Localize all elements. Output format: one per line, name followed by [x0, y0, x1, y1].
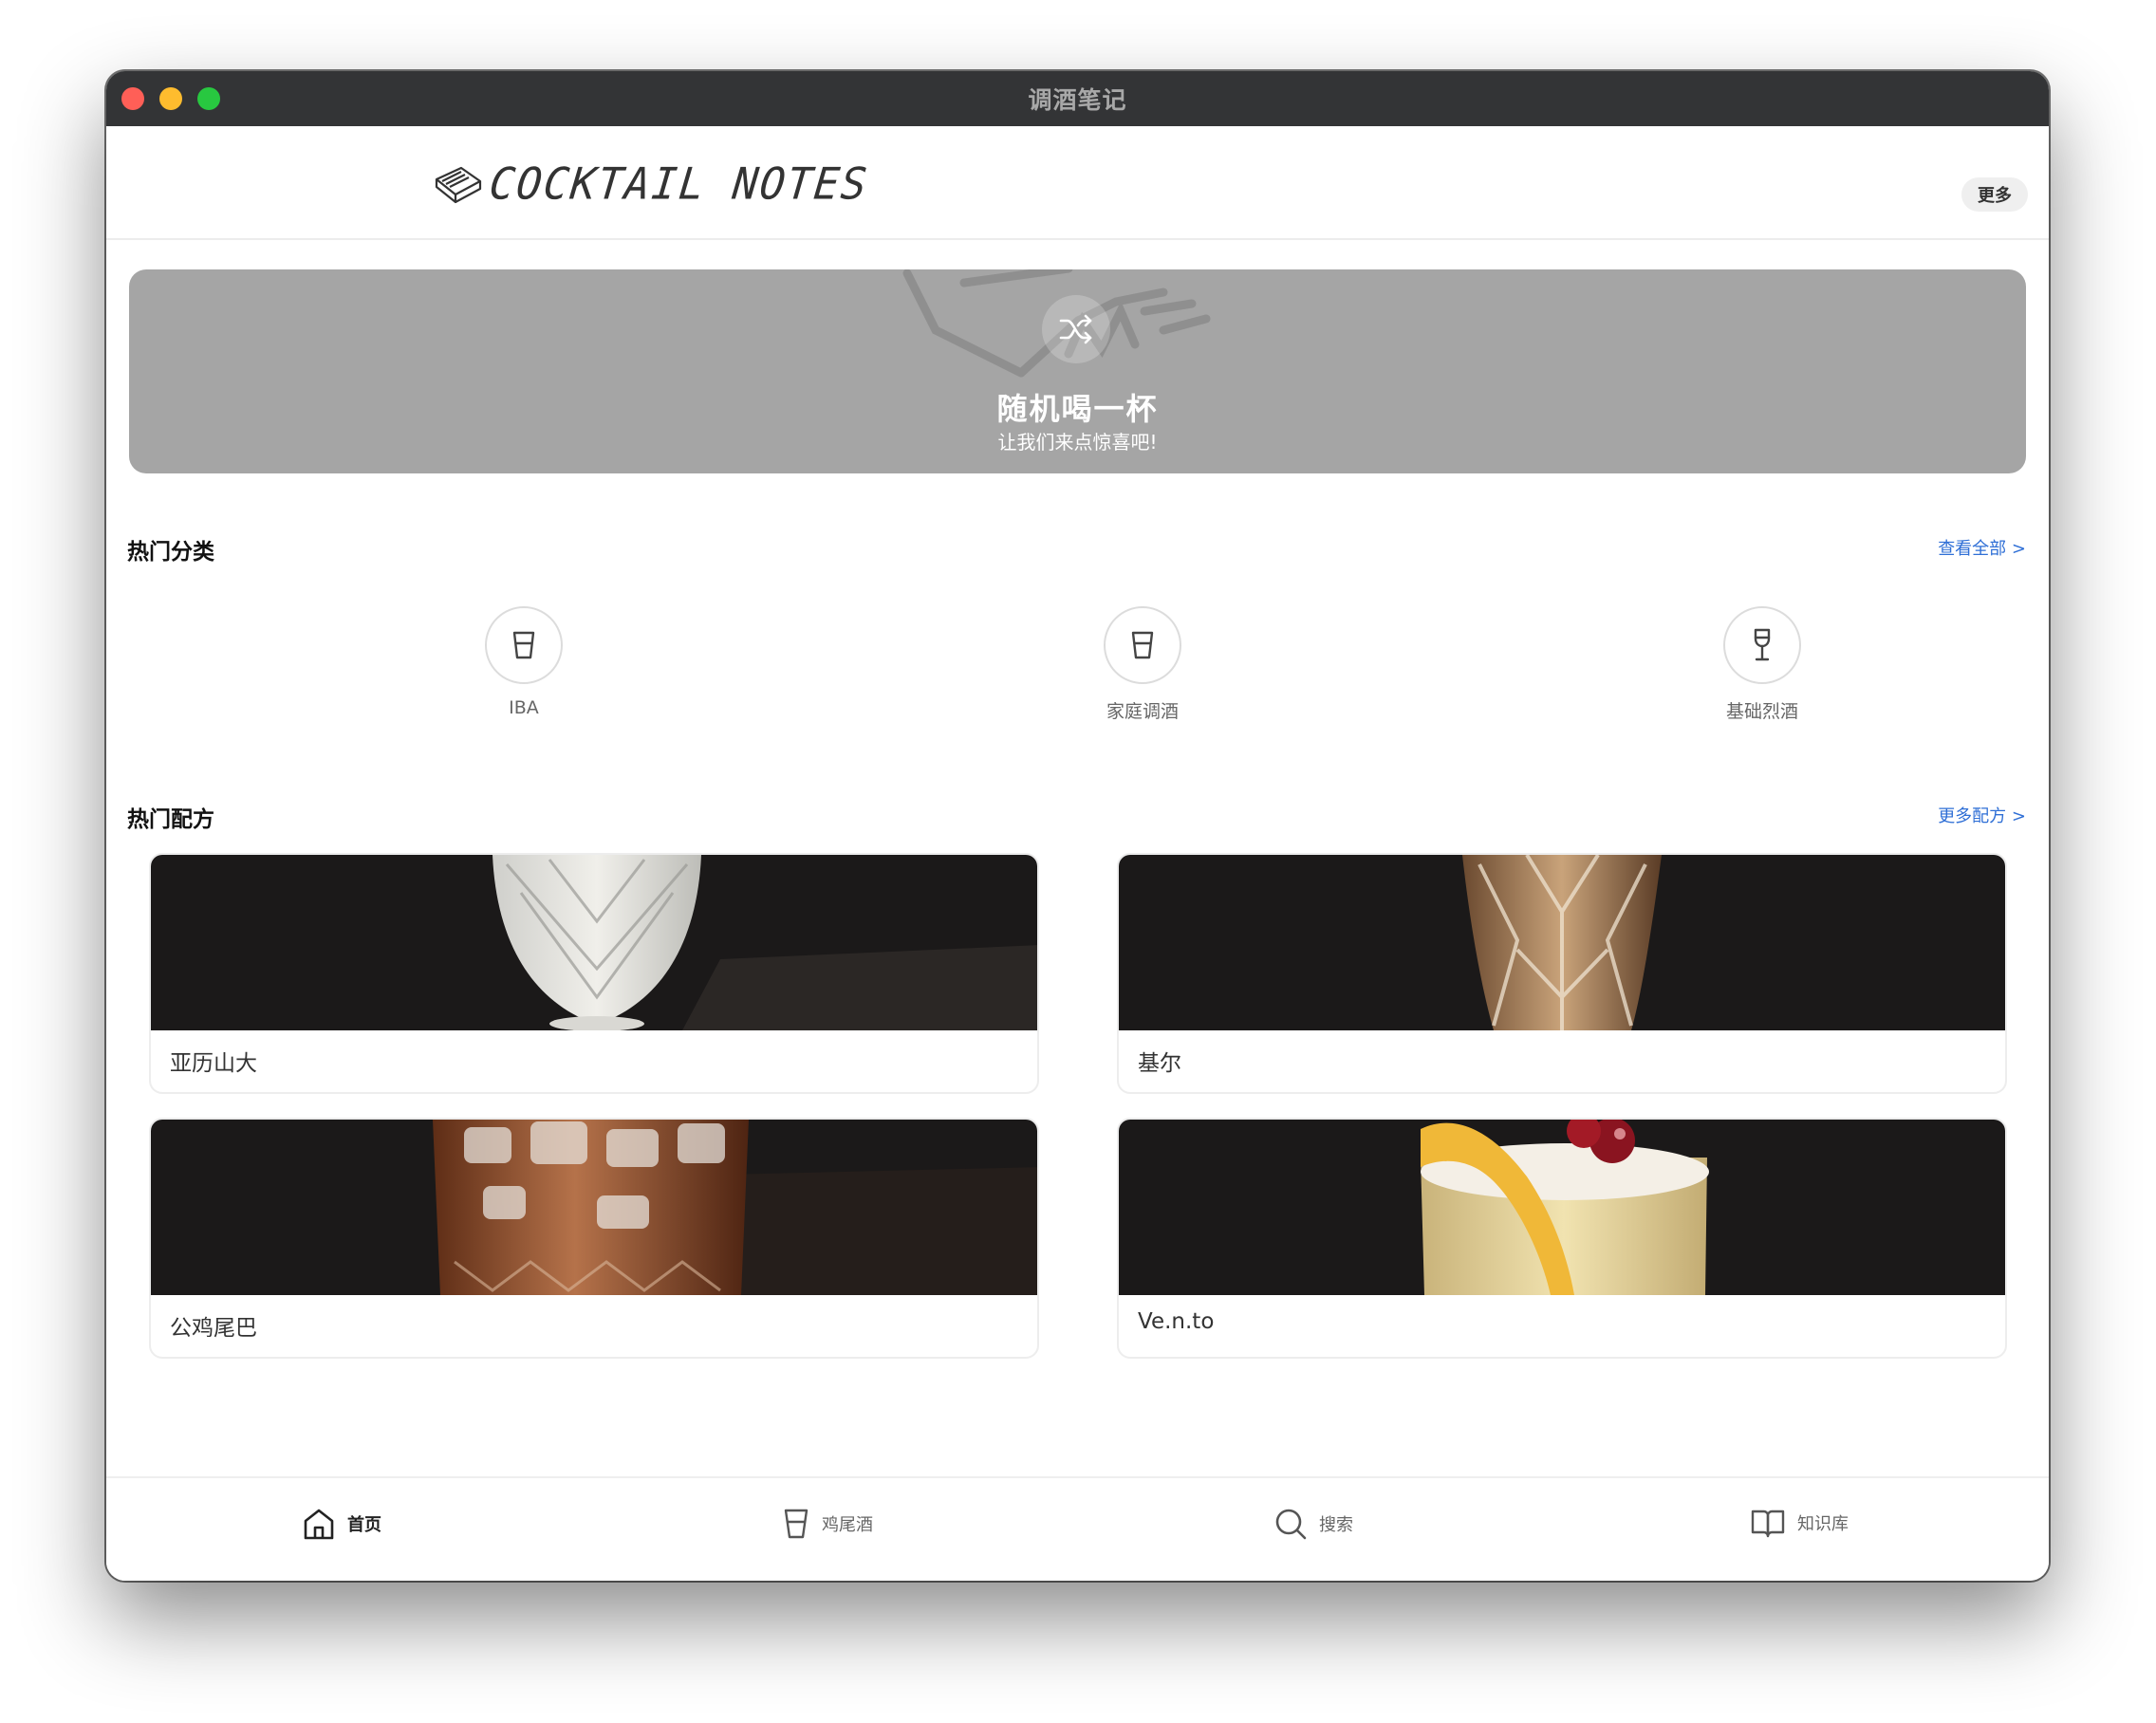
view-all-categories-link[interactable]: 查看全部 >: [1938, 535, 2026, 560]
random-drink-banner[interactable]: 随机喝一杯 让我们来点惊喜吧!: [129, 269, 2026, 473]
banner-title: 随机喝一杯: [996, 391, 1159, 427]
tab-label: 首页: [347, 1515, 381, 1535]
tab-label: 知识库: [1797, 1514, 1849, 1534]
app-header: COCKTAIL NOTES 更多: [106, 126, 2049, 240]
bottom-tab-bar: 首页 鸡尾酒 搜索 知识库: [106, 1476, 2049, 1581]
category-item-base-spirits[interactable]: 基础烈酒: [1696, 606, 1829, 723]
tab-label: 鸡尾酒: [822, 1515, 873, 1535]
categories-title: 热门分类: [127, 540, 214, 565]
wine-glass-icon: [1754, 628, 1771, 661]
category-icon-circle: [1104, 606, 1181, 684]
recipes-title: 热门配方: [127, 807, 214, 832]
recipe-name: 亚历山大: [170, 1051, 257, 1076]
cocktail-glass-icon: [512, 631, 535, 659]
recipe-image: [1119, 855, 2005, 1030]
logo-text: COCKTAIL NOTES: [487, 158, 871, 211]
window-title: 调酒笔记: [1028, 86, 1127, 114]
recipe-name: Ve.n.to: [1138, 1309, 1215, 1334]
shuffle-icon: [1059, 314, 1092, 344]
recipe-name: 公鸡尾巴: [170, 1316, 257, 1341]
category-label: IBA: [509, 697, 539, 718]
tab-label: 搜索: [1319, 1515, 1353, 1535]
recipe-name: 基尔: [1138, 1051, 1181, 1076]
cocktail-glass-icon: [1131, 631, 1154, 659]
search-icon: [1275, 1509, 1307, 1540]
recipe-card-alexander[interactable]: 亚历山大: [149, 853, 1039, 1094]
book-logo-icon: [433, 162, 484, 208]
cocktail-glass-icon: [784, 1509, 808, 1539]
recipe-image: [151, 1120, 1037, 1295]
tab-knowledge[interactable]: 知识库: [1750, 1507, 1849, 1539]
minimize-window-button[interactable]: [159, 87, 182, 110]
category-icon-circle: [485, 606, 563, 684]
category-item-home-bartending[interactable]: 家庭调酒: [1076, 606, 1209, 723]
home-icon: [304, 1509, 334, 1540]
shuffle-button[interactable]: [1042, 295, 1110, 363]
more-recipes-link[interactable]: 更多配方 >: [1938, 803, 2026, 827]
category-label: 基础烈酒: [1725, 701, 1798, 722]
recipe-image: [151, 855, 1037, 1030]
tab-home[interactable]: 首页: [302, 1507, 381, 1541]
category-icon-circle: [1723, 606, 1801, 684]
app-window: 调酒笔记 COCKTAIL NOTES 更多 随机喝一杯 让我们来点惊喜吧! 热…: [106, 71, 2049, 1581]
maximize-window-button[interactable]: [197, 87, 220, 110]
tab-cocktails[interactable]: 鸡尾酒: [782, 1507, 873, 1541]
category-label: 家庭调酒: [1106, 701, 1179, 722]
recipe-card-kir[interactable]: 基尔: [1117, 853, 2007, 1094]
app-logo: COCKTAIL NOTES: [433, 158, 871, 211]
category-item-iba[interactable]: IBA: [457, 606, 590, 718]
title-bar: 调酒笔记: [106, 71, 2049, 126]
banner-subtitle: 让我们来点惊喜吧!: [997, 431, 1158, 454]
tab-search[interactable]: 搜索: [1273, 1507, 1353, 1541]
close-window-button[interactable]: [121, 87, 144, 110]
recipe-card-vento[interactable]: Ve.n.to: [1117, 1118, 2007, 1359]
recipe-card-cocktail-tail[interactable]: 公鸡尾巴: [149, 1118, 1039, 1359]
book-icon: [1751, 1510, 1785, 1538]
more-button[interactable]: 更多: [1961, 177, 2028, 212]
recipe-image: [1119, 1120, 2005, 1295]
